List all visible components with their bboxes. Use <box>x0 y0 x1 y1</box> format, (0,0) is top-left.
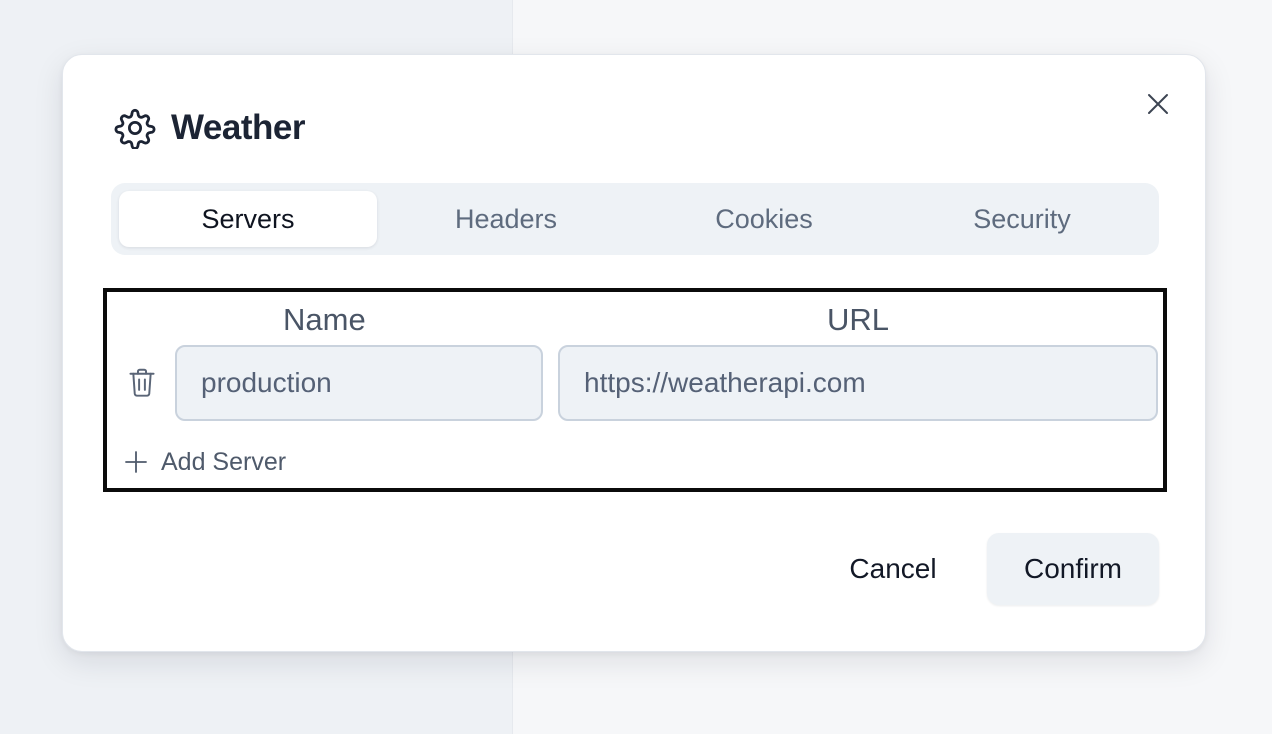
tab-bar: Servers Headers Cookies Security <box>111 183 1159 255</box>
add-server-button[interactable]: Add Server <box>123 444 286 480</box>
delete-server-button[interactable] <box>125 366 159 400</box>
dialog-header: Weather <box>113 105 305 151</box>
close-icon <box>1148 94 1168 114</box>
server-url-input[interactable]: https://weatherapi.com <box>558 345 1158 421</box>
tab-security[interactable]: Security <box>893 191 1151 247</box>
tab-servers[interactable]: Servers <box>119 191 377 247</box>
tab-cookies[interactable]: Cookies <box>635 191 893 247</box>
url-column-header: URL <box>827 302 890 337</box>
servers-panel: Name URL production https://weatherapi.c… <box>103 288 1167 492</box>
confirm-button[interactable]: Confirm <box>987 533 1159 605</box>
settings-dialog: Weather Servers Headers Cookies Security… <box>62 54 1206 652</box>
server-name-input[interactable]: production <box>175 345 543 421</box>
dialog-title: Weather <box>171 108 305 147</box>
trash-icon <box>129 368 155 397</box>
add-server-label: Add Server <box>161 447 287 476</box>
close-button[interactable] <box>1141 87 1175 121</box>
name-column-header: Name <box>283 302 366 337</box>
plus-icon <box>123 449 149 475</box>
cancel-button[interactable]: Cancel <box>825 533 961 605</box>
gear-icon <box>113 106 157 150</box>
tab-headers[interactable]: Headers <box>377 191 635 247</box>
